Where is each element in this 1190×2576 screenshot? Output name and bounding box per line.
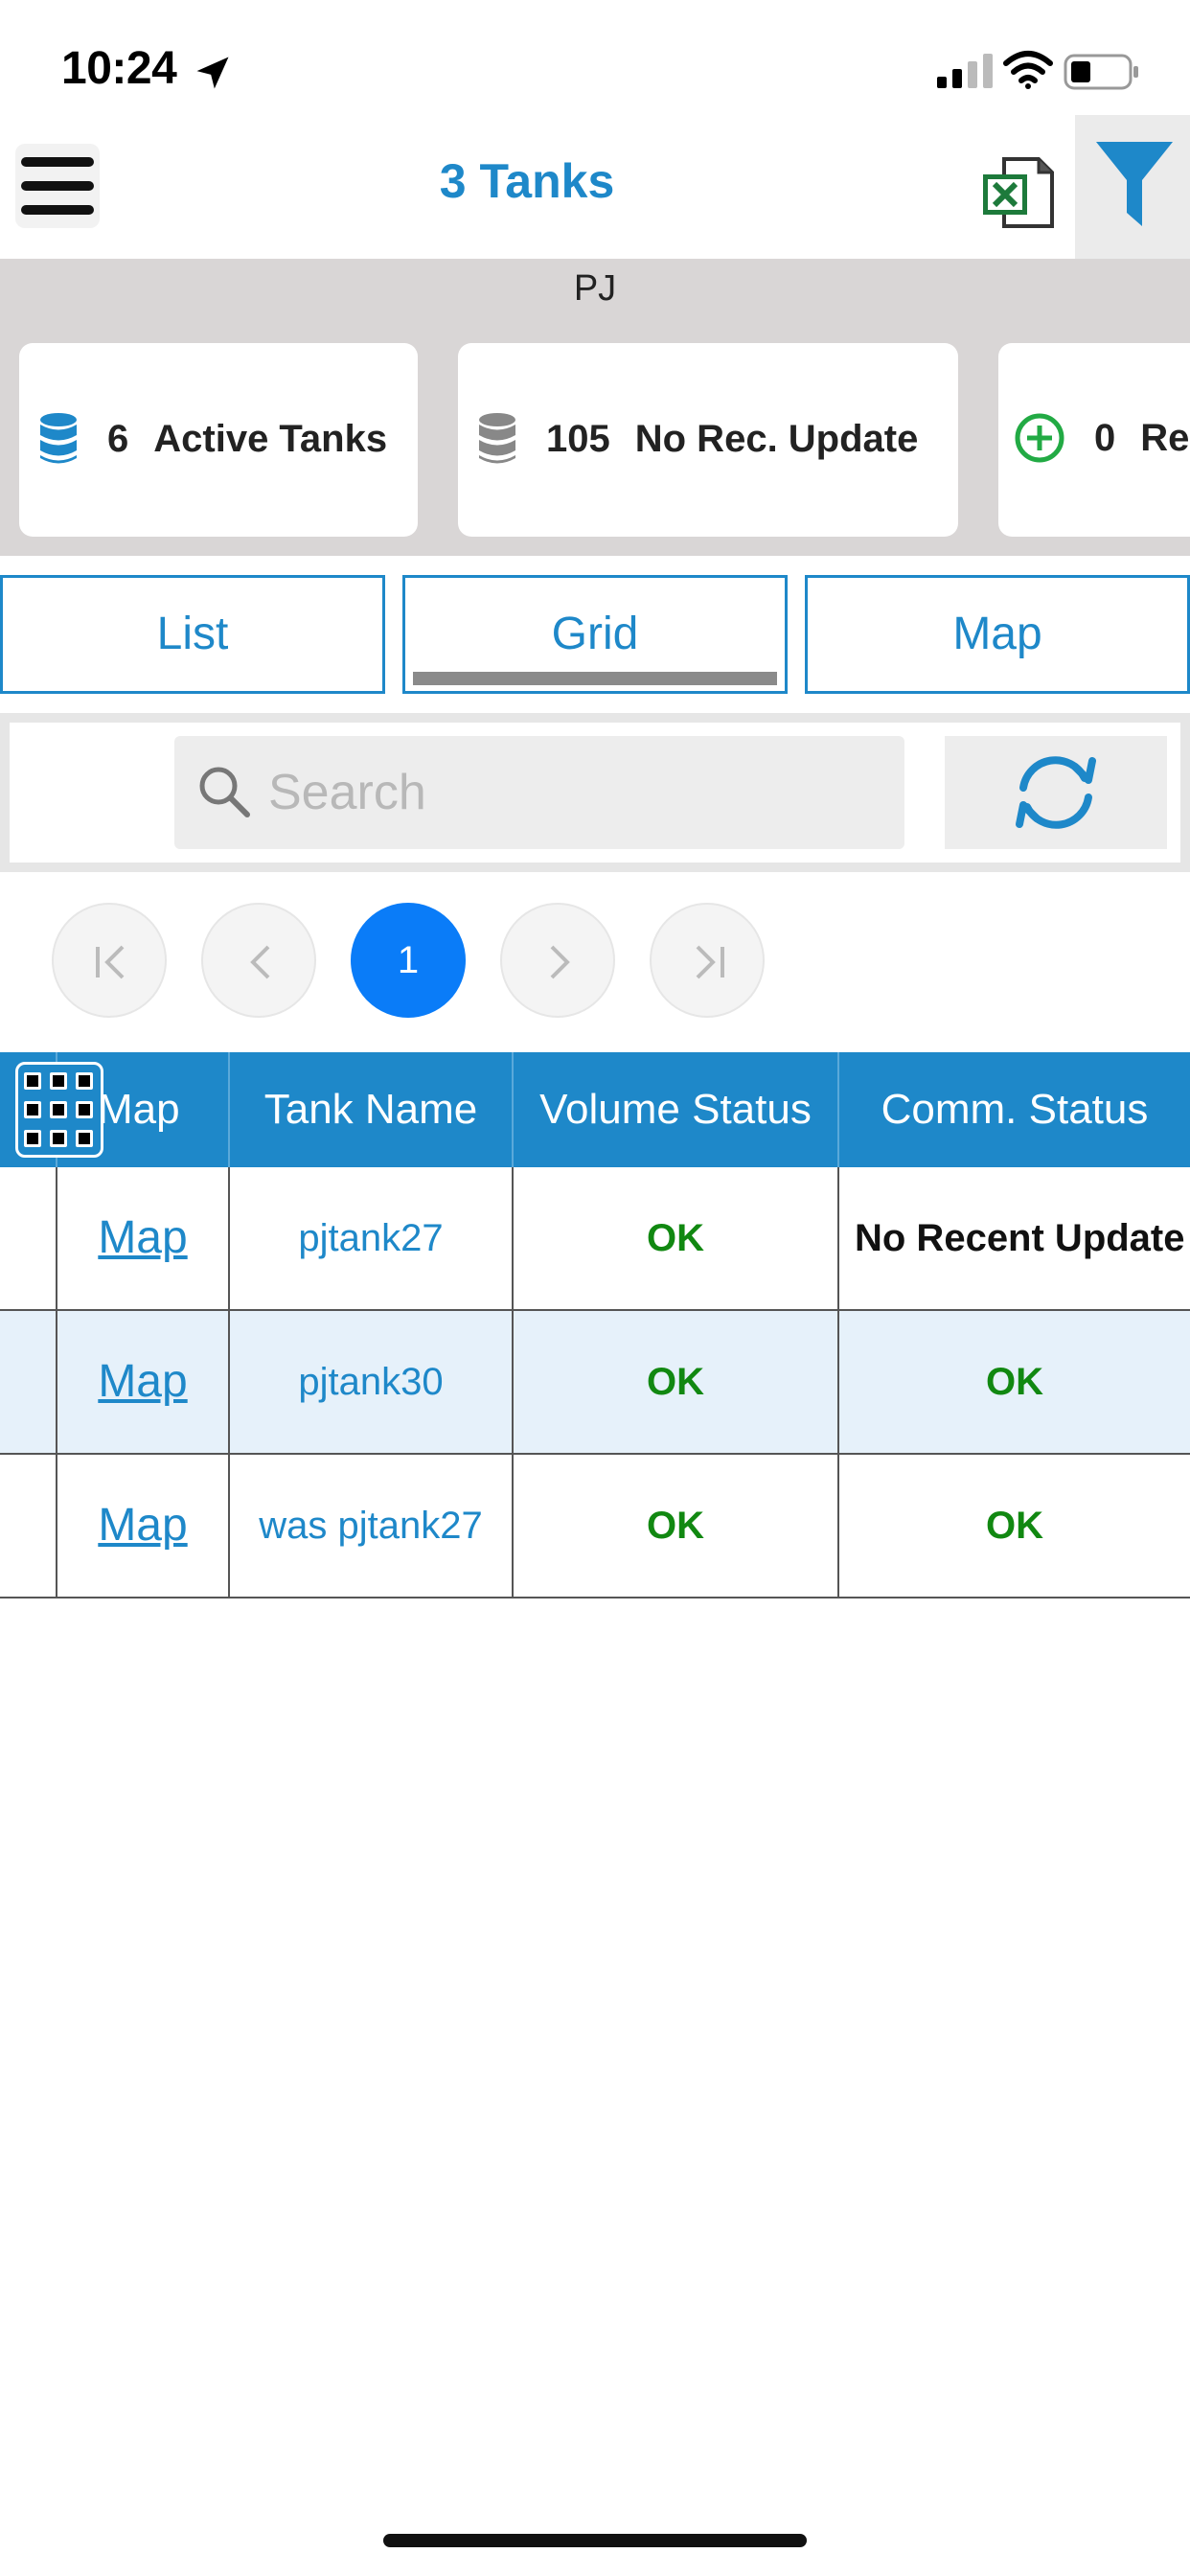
volume-status-cell: OK	[514, 1311, 839, 1455]
tab-list[interactable]: List	[0, 575, 385, 694]
active-tab-indicator	[413, 672, 777, 685]
next-page-button[interactable]	[500, 903, 615, 1018]
last-page-button[interactable]	[650, 903, 765, 1018]
third-summary-card[interactable]: 0 Re	[998, 343, 1190, 537]
table-row[interactable]: Map pjtank30 OK OK	[0, 1311, 1190, 1455]
comm-status-cell: OK	[986, 1361, 1043, 1403]
third-card-label: Re	[1140, 416, 1190, 459]
first-page-icon	[96, 945, 125, 979]
grid-dot	[76, 1072, 93, 1090]
refresh-button[interactable]	[945, 736, 1167, 849]
cellular-signal-icon	[937, 54, 993, 88]
plus-circle-icon	[1015, 413, 1064, 463]
page-button-current[interactable]: 1	[351, 903, 466, 1018]
chevron-right-icon	[550, 945, 570, 979]
no-recent-update-card[interactable]: 105 No Rec. Update	[458, 343, 958, 537]
grid-dot	[76, 1101, 93, 1118]
map-link[interactable]: Map	[57, 1311, 230, 1455]
tab-map[interactable]: Map	[805, 575, 1190, 694]
comm-status-cell: OK	[986, 1505, 1043, 1547]
refresh-icon	[1016, 756, 1096, 829]
view-tabs: List Grid Map	[0, 575, 1190, 694]
search-box[interactable]	[174, 736, 904, 849]
status-time: 10:24	[61, 43, 177, 94]
database-icon	[40, 413, 77, 464]
column-chooser-button[interactable]	[15, 1062, 103, 1158]
home-indicator[interactable]	[383, 2534, 807, 2547]
map-link[interactable]: Map	[57, 1167, 230, 1311]
status-bar: 10:24	[0, 0, 1190, 134]
grid-dot	[24, 1130, 41, 1147]
map-link[interactable]: Map	[57, 1455, 230, 1598]
summary-band: PJ 6 Active Tanks 105 No Rec. Update 0 R…	[0, 259, 1190, 556]
grid-dot	[24, 1072, 41, 1090]
excel-export-icon[interactable]	[979, 153, 1058, 232]
no-recent-update-label: No Rec. Update	[634, 417, 919, 460]
volume-status-column-header[interactable]: Volume Status	[514, 1052, 839, 1167]
wifi-icon	[1003, 51, 1053, 89]
last-page-icon	[696, 945, 724, 979]
chevron-left-icon	[250, 945, 270, 979]
row-select-cell[interactable]	[0, 1311, 57, 1455]
filter-button[interactable]	[1075, 115, 1190, 259]
battery-icon	[1064, 54, 1138, 90]
grid-dot	[50, 1072, 67, 1090]
row-select-cell[interactable]	[0, 1455, 57, 1598]
app-header: 3 Tanks	[0, 115, 1190, 259]
database-icon	[479, 413, 515, 464]
active-tanks-count: 6	[107, 417, 129, 460]
first-page-button[interactable]	[52, 903, 167, 1018]
volume-status-cell: OK	[514, 1167, 839, 1311]
volume-status-cell: OK	[514, 1455, 839, 1598]
tank-name-cell[interactable]: pjtank30	[230, 1311, 514, 1455]
tank-name-cell[interactable]: was pjtank27	[230, 1455, 514, 1598]
search-input[interactable]	[268, 749, 881, 836]
comm-status-cell: No Recent Update	[855, 1217, 1185, 1259]
tab-grid[interactable]: Grid	[402, 575, 788, 694]
tank-name-column-header[interactable]: Tank Name	[230, 1052, 514, 1167]
pagination: 1	[0, 891, 1190, 1025]
grid-dot	[50, 1101, 67, 1118]
tank-name-cell[interactable]: pjtank27	[230, 1167, 514, 1311]
grid-dot	[24, 1101, 41, 1118]
location-arrow-icon	[196, 57, 229, 89]
third-card-count: 0	[1094, 416, 1116, 459]
prev-page-button[interactable]	[201, 903, 316, 1018]
filter-funnel-icon	[1096, 142, 1173, 226]
search-bar	[0, 713, 1190, 872]
no-recent-update-count: 105	[546, 417, 610, 460]
table-row[interactable]: Map pjtank27 OK No Recent Update	[0, 1167, 1190, 1311]
tab-grid-label: Grid	[551, 609, 639, 659]
row-select-cell[interactable]	[0, 1167, 57, 1311]
active-tanks-label: Active Tanks	[153, 417, 388, 460]
table-row[interactable]: Map was pjtank27 OK OK	[0, 1455, 1190, 1598]
page-title: 3 Tanks	[439, 154, 615, 208]
grid-dot	[50, 1130, 67, 1147]
comm-status-column-header[interactable]: Comm. Status	[839, 1052, 1190, 1167]
group-label: PJ	[573, 268, 617, 309]
grid-dot	[76, 1130, 93, 1147]
search-icon	[199, 767, 250, 817]
table-header: Map Tank Name Volume Status Comm. Status	[0, 1052, 1190, 1167]
active-tanks-card[interactable]: 6 Active Tanks	[19, 343, 418, 537]
